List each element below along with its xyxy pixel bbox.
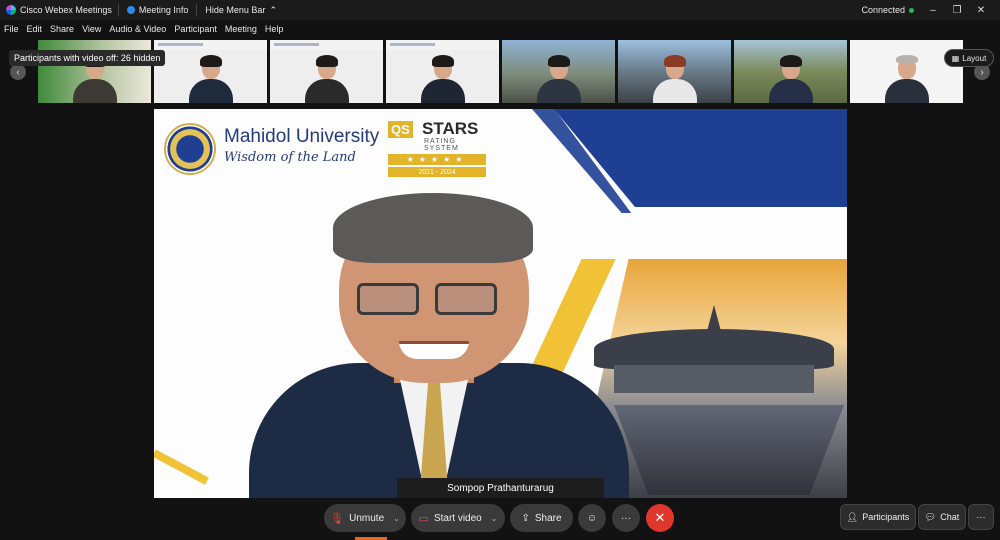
minimize-icon[interactable]: – bbox=[928, 5, 938, 16]
gold-stripe bbox=[154, 449, 209, 485]
close-icon[interactable]: ✕ bbox=[976, 5, 986, 16]
share-label: Share bbox=[534, 512, 562, 524]
chat-bubble-icon: 💬︎ bbox=[924, 511, 937, 522]
building-image bbox=[594, 305, 834, 393]
info-icon bbox=[126, 6, 135, 14]
smiley-icon: ☺ bbox=[586, 512, 598, 524]
participant-tile[interactable] bbox=[270, 40, 383, 103]
reactions-button[interactable]: ☺ bbox=[578, 504, 606, 532]
participant-tile[interactable] bbox=[850, 40, 963, 103]
layout-grid-icon: ▦ bbox=[951, 53, 960, 63]
app-title: Cisco Webex Meetings bbox=[0, 5, 112, 15]
speaker-video bbox=[249, 193, 629, 498]
active-speaker-video[interactable]: Mahidol University Wisdom of the Land QS… bbox=[154, 109, 847, 498]
share-icon: ⇪ bbox=[521, 512, 530, 524]
hide-menu-label: Hide Menu Bar bbox=[205, 5, 266, 15]
filmstrip-prev-button[interactable]: ‹ bbox=[10, 64, 26, 80]
participant-video bbox=[884, 55, 929, 103]
chevron-left-icon: ‹ bbox=[16, 66, 20, 78]
participant-tile[interactable] bbox=[734, 40, 847, 103]
chevron-up-icon: ⌃ bbox=[269, 4, 277, 15]
menu-audio-video[interactable]: Audio & Video bbox=[109, 24, 166, 34]
leave-meeting-button[interactable]: ✕ bbox=[646, 504, 674, 532]
participants-label: Participants bbox=[862, 512, 910, 522]
menu-bar: File Edit Share View Audio & Video Parti… bbox=[0, 20, 1000, 38]
university-motto: Wisdom of the Land bbox=[224, 150, 356, 165]
unmute-label: Unmute bbox=[349, 512, 385, 524]
camera-off-icon: ▭ bbox=[418, 512, 429, 525]
speaker-name-label: Sompop Prathanturarug bbox=[397, 478, 604, 498]
unmute-button[interactable]: 🎙︎ Unmute ⌄ bbox=[324, 504, 406, 532]
layout-button[interactable]: ▦ Layout bbox=[944, 49, 994, 67]
menu-help[interactable]: Help bbox=[265, 24, 284, 34]
menu-edit[interactable]: Edit bbox=[27, 24, 43, 34]
participant-tile[interactable] bbox=[386, 40, 499, 103]
participant-tile[interactable] bbox=[618, 40, 731, 103]
menu-share[interactable]: Share bbox=[50, 24, 74, 34]
participant-video bbox=[768, 55, 813, 103]
rating-years: 2021 - 2024 bbox=[388, 166, 486, 177]
menu-view[interactable]: View bbox=[82, 24, 101, 34]
chevron-right-icon: › bbox=[980, 66, 984, 78]
webex-logo-icon bbox=[6, 5, 16, 15]
connection-status: Connected bbox=[861, 5, 914, 15]
participant-video bbox=[652, 55, 697, 103]
hidden-participants-tooltip: Participants with video off: 26 hidden bbox=[9, 50, 166, 66]
more-panels-button[interactable]: ··· bbox=[968, 504, 994, 530]
university-seal-logo bbox=[164, 123, 216, 175]
stars-word: STARS bbox=[422, 119, 479, 138]
person-icon: 👤︎ bbox=[846, 511, 859, 522]
chevron-down-icon[interactable]: ⌄ bbox=[491, 514, 498, 523]
star-rating-icon: ★★★★★ bbox=[388, 154, 486, 165]
participant-tile[interactable] bbox=[154, 40, 267, 103]
layout-label: Layout bbox=[962, 53, 987, 63]
menu-file[interactable]: File bbox=[4, 24, 19, 34]
start-video-button[interactable]: ▭ Start video ⌄ bbox=[411, 504, 505, 532]
restore-icon[interactable]: ❐ bbox=[952, 5, 962, 16]
chat-button[interactable]: 💬︎ Chat bbox=[918, 504, 966, 530]
title-bar: Cisco Webex Meetings Meeting Info Hide M… bbox=[0, 0, 1000, 20]
chat-label: Chat bbox=[940, 512, 960, 522]
meeting-info-label: Meeting Info bbox=[138, 5, 189, 15]
more-options-button[interactable]: ··· bbox=[612, 504, 640, 532]
participant-video bbox=[536, 55, 581, 103]
microphone-muted-icon: 🎙︎ bbox=[330, 512, 345, 525]
start-video-label: Start video bbox=[433, 512, 482, 524]
participant-video bbox=[188, 55, 233, 103]
chevron-down-icon[interactable]: ⌄ bbox=[393, 514, 400, 523]
university-name: Mahidol University bbox=[224, 126, 380, 147]
ellipsis-icon: ··· bbox=[976, 512, 986, 522]
connected-dot-icon bbox=[909, 8, 914, 13]
participants-button[interactable]: 👤︎ Participants bbox=[840, 504, 916, 530]
app-name: Cisco Webex Meetings bbox=[20, 5, 112, 15]
water-reflection bbox=[614, 405, 844, 495]
meeting-info-button[interactable]: Meeting Info bbox=[117, 4, 197, 16]
menu-participant[interactable]: Participant bbox=[174, 24, 217, 34]
share-button[interactable]: ⇪ Share bbox=[510, 504, 573, 532]
ellipsis-icon: ··· bbox=[621, 512, 631, 524]
qs-label: QS bbox=[388, 121, 413, 138]
participant-tile[interactable] bbox=[502, 40, 615, 103]
participant-video bbox=[304, 55, 349, 103]
rating-system-label: RATING SYSTEM bbox=[424, 138, 459, 152]
hide-menu-bar-button[interactable]: Hide Menu Bar ⌃ bbox=[196, 4, 285, 16]
menu-meeting[interactable]: Meeting bbox=[225, 24, 257, 34]
participant-video bbox=[420, 55, 465, 103]
close-icon: ✕ bbox=[654, 510, 666, 525]
qs-stars-badge: QS STARS RATING SYSTEM ★★★★★ 2021 - 2024 bbox=[388, 119, 486, 177]
